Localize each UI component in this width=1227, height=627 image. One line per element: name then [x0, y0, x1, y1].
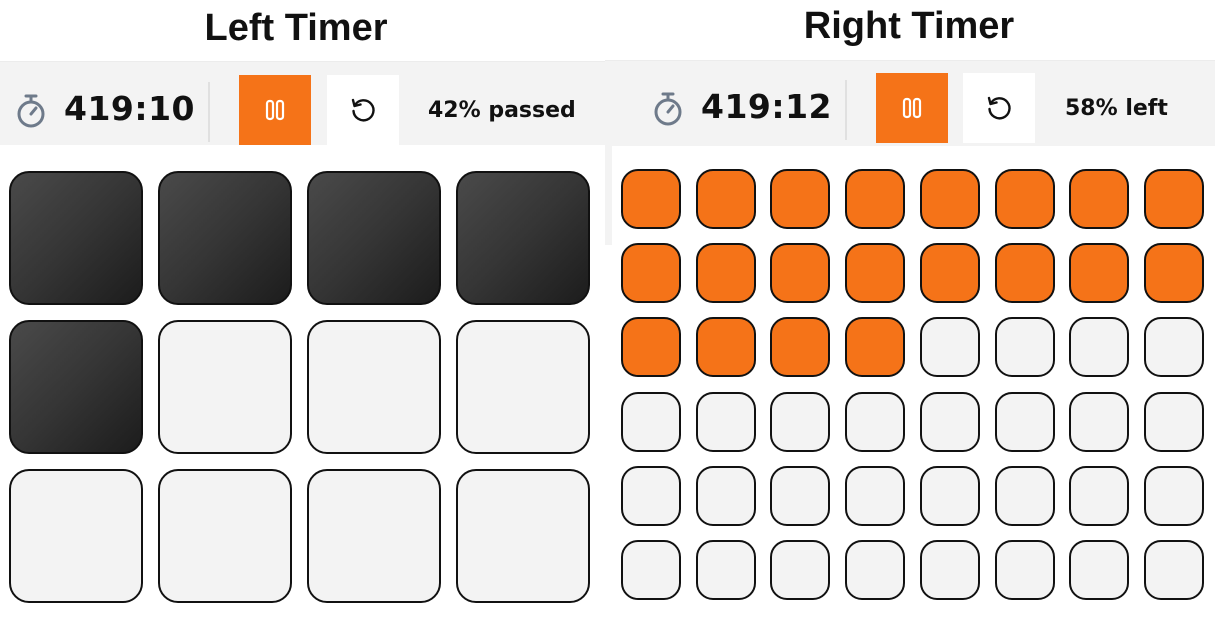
right-grid-cell-empty: [695, 391, 756, 452]
right-grid-cell-empty: [1143, 391, 1204, 452]
right-grid-cell-filled: [1069, 243, 1130, 304]
right-grid-cell-empty: [1069, 540, 1130, 600]
right-grid-cell-filled: [845, 317, 906, 378]
right-grid-cell-filled: [1143, 169, 1204, 229]
right-grid-cell-filled: [695, 243, 756, 304]
right-grid-cell-empty: [919, 391, 980, 452]
right-timer-title: Right Timer: [803, 5, 1015, 47]
left-timer-status: 42% passed: [428, 98, 576, 123]
right-grid-cell-empty: [1143, 317, 1204, 378]
left-grid-cell-filled: [456, 171, 590, 305]
reset-icon: [351, 98, 375, 122]
right-grid-cell-empty: [994, 317, 1055, 378]
right-grid-cell-empty: [1143, 465, 1204, 526]
right-grid-cell-filled: [1069, 169, 1130, 229]
stopwatch-icon: [17, 94, 45, 128]
right-grid-cell-empty: [695, 465, 756, 526]
stopwatch-icon: [654, 92, 682, 126]
left-grid-cell-filled: [9, 171, 143, 305]
right-grid-cell-filled: [770, 317, 831, 378]
right-grid-cell-empty: [770, 465, 831, 526]
right-grid-cell-empty: [919, 540, 980, 600]
right-grid-cell-filled: [994, 243, 1055, 304]
right-timer-panel: Right Timer 419:12 58% left: [605, 0, 1227, 627]
pause-icon: [265, 99, 285, 121]
right-pause-button[interactable]: [876, 73, 948, 143]
left-timer-title: Left Timer: [204, 7, 388, 49]
right-grid-cell-empty: [845, 391, 906, 452]
right-grid-cell-filled: [845, 243, 906, 304]
right-grid-cell-empty: [994, 391, 1055, 452]
left-grid-cell-empty: [307, 469, 441, 603]
left-grid-cell-empty: [456, 320, 590, 454]
left-timer-panel: Left Timer 419:10 42% passed: [0, 0, 605, 627]
panel-edge: [605, 145, 612, 245]
toolbar-divider: [845, 80, 847, 140]
pause-icon: [902, 97, 922, 119]
right-reset-button[interactable]: [963, 73, 1035, 143]
right-grid-cell-empty: [845, 465, 906, 526]
right-grid-cell-empty: [1143, 540, 1204, 600]
left-timer-time: 419:10: [64, 89, 196, 128]
left-grid-cell-empty: [456, 469, 590, 603]
left-grid-cell-filled: [9, 320, 143, 454]
right-grid-cell-filled: [994, 169, 1055, 229]
right-grid-cell-empty: [994, 540, 1055, 600]
right-grid-cell-empty: [770, 391, 831, 452]
right-grid-cell-empty: [695, 540, 756, 600]
left-grid-cell-empty: [9, 469, 143, 603]
right-grid-cell-filled: [1143, 243, 1204, 304]
right-grid-cell-filled: [845, 169, 906, 229]
right-timer-status: 58% left: [1065, 96, 1168, 121]
right-grid-cell-empty: [770, 540, 831, 600]
right-grid-cell-empty: [994, 465, 1055, 526]
right-grid-cell-empty: [919, 465, 980, 526]
right-grid-cell-empty: [621, 465, 681, 526]
left-reset-button[interactable]: [327, 75, 399, 145]
right-grid-cell-empty: [621, 391, 681, 452]
right-grid-cell-filled: [770, 243, 831, 304]
left-grid-cell-filled: [307, 171, 441, 305]
left-grid-cell-empty: [158, 469, 292, 603]
left-grid-cell-empty: [158, 320, 292, 454]
left-grid-cell-empty: [307, 320, 441, 454]
left-pause-button[interactable]: [239, 75, 311, 145]
right-grid-cell-filled: [621, 169, 681, 229]
left-grid-cell-filled: [158, 171, 292, 305]
right-grid-cell-filled: [695, 169, 756, 229]
right-grid-cell-empty: [1069, 317, 1130, 378]
right-grid-cell-empty: [919, 317, 980, 378]
right-timer-time: 419:12: [701, 87, 833, 126]
right-grid-cell-filled: [919, 243, 980, 304]
right-grid-cell-filled: [919, 169, 980, 229]
right-grid-cell-filled: [770, 169, 831, 229]
right-grid-cell-filled: [695, 317, 756, 378]
right-grid-cell-empty: [1069, 465, 1130, 526]
right-grid-cell-filled: [621, 243, 681, 304]
toolbar-divider: [208, 82, 210, 142]
right-grid-cell-empty: [621, 540, 681, 600]
right-grid-cell-filled: [621, 317, 681, 378]
right-grid-cell-empty: [845, 540, 906, 600]
right-grid-cell-empty: [1069, 391, 1130, 452]
reset-icon: [987, 96, 1011, 120]
